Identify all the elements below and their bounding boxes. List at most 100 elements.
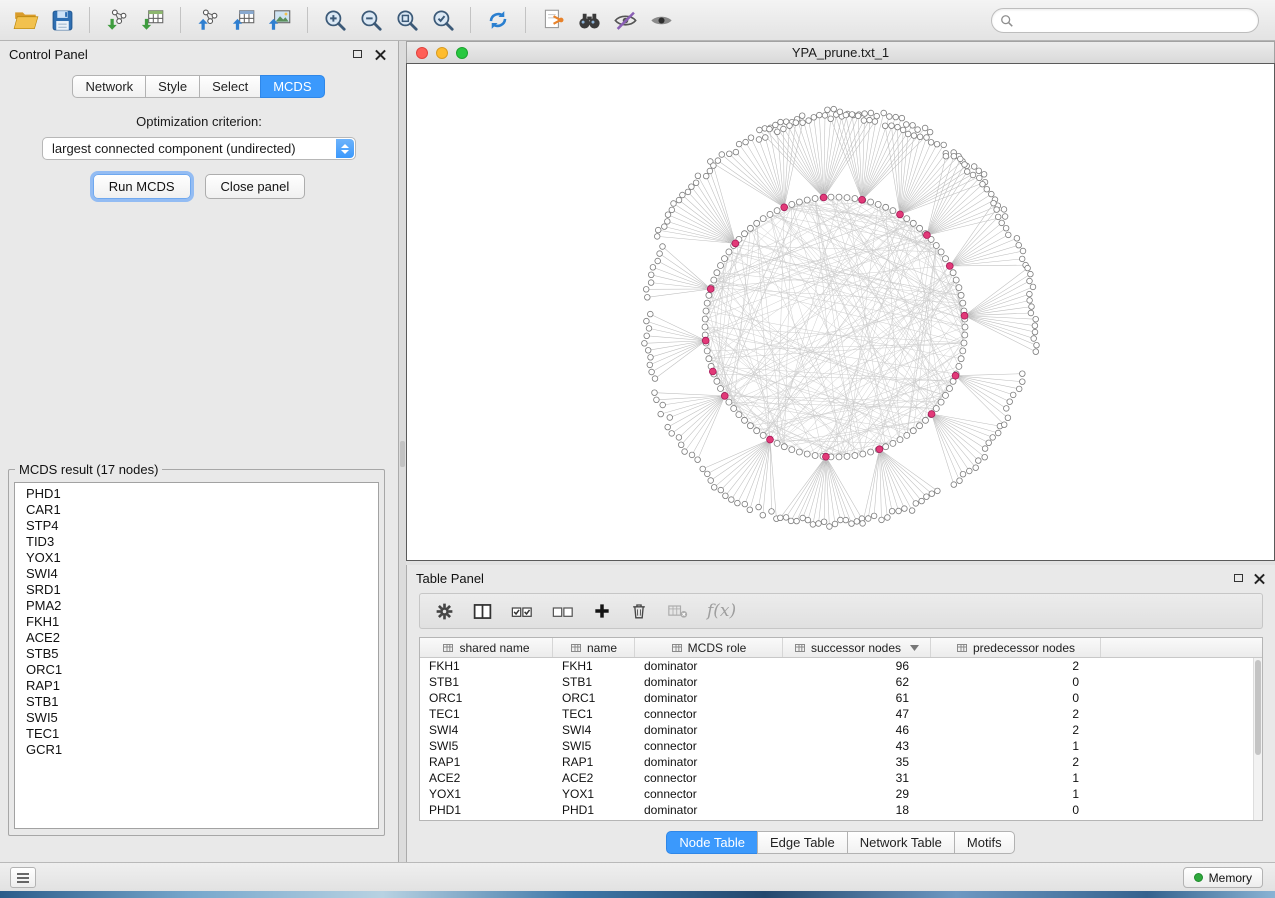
zoom-fit-button[interactable] (389, 3, 425, 37)
table-row[interactable]: ORC1ORC1dominator610 (420, 690, 1253, 706)
table-row[interactable]: SWI4SWI4dominator462 (420, 722, 1253, 738)
window-minimize-button[interactable] (436, 47, 448, 59)
export-table-button[interactable] (226, 3, 262, 37)
scrollbar-thumb[interactable] (1255, 660, 1261, 755)
gear-icon (434, 601, 455, 622)
delete-column-button[interactable] (629, 598, 649, 624)
mcds-result-item[interactable]: SWI4 (15, 566, 378, 582)
show-column-button[interactable] (472, 598, 493, 624)
table-row[interactable]: SWI5SWI5connector431 (420, 738, 1253, 754)
add-column-button[interactable] (592, 598, 612, 624)
table-cell: dominator (635, 754, 783, 770)
tab-network[interactable]: Network (72, 75, 146, 98)
table-scrollbar[interactable] (1253, 658, 1262, 820)
network-canvas[interactable] (407, 64, 1274, 560)
column-type-icon (956, 642, 968, 654)
style-preview-button[interactable] (607, 3, 643, 37)
mcds-result-title: MCDS result (17 nodes) (15, 462, 162, 477)
mcds-result-item[interactable]: TEC1 (15, 726, 378, 742)
float-panel-icon[interactable] (1234, 574, 1243, 582)
network-window-titlebar[interactable]: YPA_prune.txt_1 (406, 41, 1275, 63)
import-table-button[interactable] (135, 3, 171, 37)
mcds-result-item[interactable]: SWI5 (15, 710, 378, 726)
mcds-result-item[interactable]: ACE2 (15, 630, 378, 646)
deselect-all-button[interactable] (551, 598, 575, 624)
mcds-result-item[interactable]: SRD1 (15, 582, 378, 598)
table-row[interactable]: TEC1TEC1connector472 (420, 706, 1253, 722)
splitter-handle-icon[interactable] (400, 441, 405, 467)
close-panel-button[interactable]: Close panel (205, 174, 306, 199)
table-row[interactable]: RAP1RAP1dominator352 (420, 754, 1253, 770)
mcds-result-item[interactable]: STB1 (15, 694, 378, 710)
tab-edge-table[interactable]: Edge Table (757, 831, 848, 854)
column-header-name[interactable]: name (553, 638, 635, 657)
memory-button[interactable]: Memory (1183, 867, 1263, 888)
mcds-result-item[interactable]: RAP1 (15, 678, 378, 694)
table-row[interactable]: ACE2ACE2connector311 (420, 770, 1253, 786)
column-label: shared name (459, 641, 529, 655)
table-cell: 35 (783, 754, 931, 770)
column-header-shared-name[interactable]: shared name (420, 638, 553, 657)
table-cell: SWI5 (420, 738, 553, 754)
float-panel-icon[interactable] (353, 50, 362, 58)
table-cell-filler (1101, 770, 1253, 786)
table-row[interactable]: FKH1FKH1dominator962 (420, 658, 1253, 674)
tab-style[interactable]: Style (145, 75, 200, 98)
toolbar-search-field[interactable] (991, 8, 1259, 33)
network-canvas-container (406, 63, 1275, 561)
mcds-result-item[interactable]: TID3 (15, 534, 378, 550)
delete-table-button[interactable] (666, 598, 690, 624)
table-row[interactable]: STB1STB1dominator620 (420, 674, 1253, 690)
save-button[interactable] (44, 3, 80, 37)
mcds-result-item[interactable]: STP4 (15, 518, 378, 534)
window-close-button[interactable] (416, 47, 428, 59)
find-button[interactable] (571, 3, 607, 37)
window-zoom-button[interactable] (456, 47, 468, 59)
table-settings-button[interactable] (434, 598, 455, 624)
mcds-result-item[interactable]: FKH1 (15, 614, 378, 630)
export-web-button[interactable] (535, 3, 571, 37)
tab-mcds[interactable]: MCDS (260, 75, 324, 98)
search-input[interactable] (1014, 13, 1258, 28)
panel-splitter[interactable] (399, 41, 406, 862)
tab-select[interactable]: Select (199, 75, 261, 98)
table-row[interactable]: YOX1YOX1connector291 (420, 786, 1253, 802)
show-details-button[interactable] (643, 3, 679, 37)
tab-motifs[interactable]: Motifs (954, 831, 1015, 854)
mcds-result-item[interactable]: PHD1 (15, 486, 378, 502)
apply-layout-button[interactable] (480, 3, 516, 37)
zoom-selected-button[interactable] (425, 3, 461, 37)
zoom-out-button[interactable] (353, 3, 389, 37)
mcds-result-item[interactable]: PMA2 (15, 598, 378, 614)
open-button[interactable] (8, 3, 44, 37)
toolbar-separator (470, 7, 471, 33)
sort-chevron-icon[interactable] (910, 645, 919, 651)
zoom-in-button[interactable] (317, 3, 353, 37)
mcds-result-item[interactable]: YOX1 (15, 550, 378, 566)
column-header-predecessor-nodes[interactable]: predecessor nodes (931, 638, 1101, 657)
table-cell: 0 (931, 674, 1101, 690)
mcds-result-list[interactable]: PHD1CAR1STP4TID3YOX1SWI4SRD1PMA2FKH1ACE2… (14, 482, 379, 829)
tab-node-table[interactable]: Node Table (666, 831, 758, 854)
run-mcds-button[interactable]: Run MCDS (93, 174, 191, 199)
mcds-result-item[interactable]: CAR1 (15, 502, 378, 518)
column-header-mcds-role[interactable]: MCDS role (635, 638, 783, 657)
export-network-button[interactable] (190, 3, 226, 37)
table-cell: SWI4 (553, 722, 635, 738)
table-cell: 2 (931, 706, 1101, 722)
table-row[interactable]: PHD1PHD1dominator180 (420, 802, 1253, 818)
mcds-buttons-row: Run MCDS Close panel (0, 174, 398, 199)
close-panel-icon[interactable] (375, 49, 386, 60)
mcds-result-item[interactable]: STB5 (15, 646, 378, 662)
show-panels-button[interactable] (10, 867, 36, 888)
mcds-result-item[interactable]: ORC1 (15, 662, 378, 678)
criterion-dropdown[interactable]: largest connected component (undirected) (42, 137, 356, 160)
export-image-button[interactable] (262, 3, 298, 37)
mcds-result-item[interactable]: GCR1 (15, 742, 378, 758)
function-builder-button[interactable]: f(x) (707, 598, 736, 624)
column-header-successor-nodes[interactable]: successor nodes (783, 638, 931, 657)
close-panel-icon[interactable] (1254, 573, 1265, 584)
import-network-button[interactable] (99, 3, 135, 37)
select-all-button[interactable] (510, 598, 534, 624)
tab-network-table[interactable]: Network Table (847, 831, 955, 854)
